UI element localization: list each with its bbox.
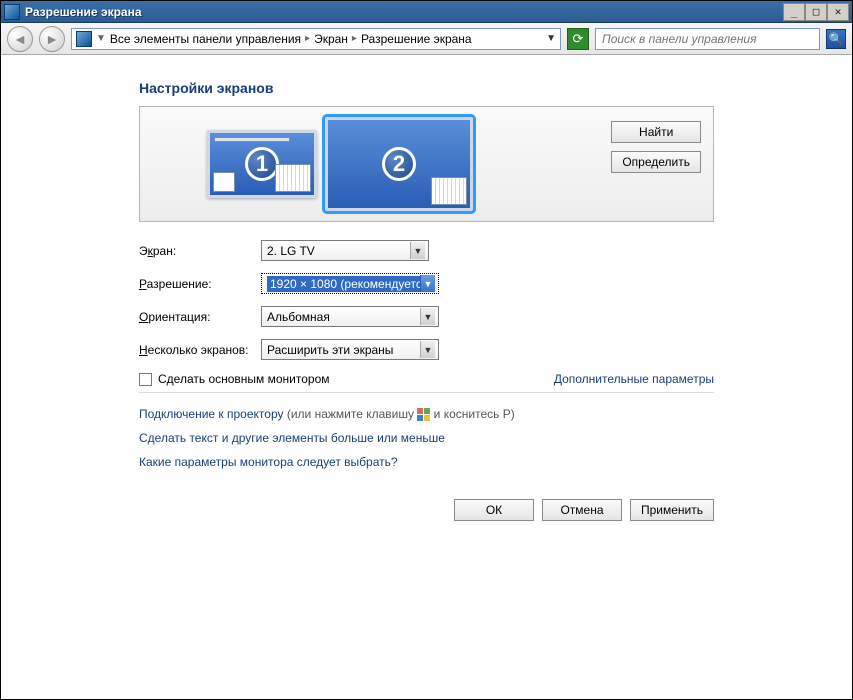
refresh-button[interactable]: ⟳	[567, 28, 589, 50]
breadcrumb-seg[interactable]: Все элементы панели управления	[110, 32, 301, 46]
navigation-toolbar: ◄ ► ▼ Все элементы панели управления ▸ Э…	[1, 23, 852, 55]
breadcrumb-dropdown-icon[interactable]: ▼	[546, 33, 556, 44]
apply-button[interactable]: Применить	[630, 499, 714, 521]
dropdown-orientation[interactable]: Альбомная ▼	[261, 306, 439, 327]
projector-hint-before: (или нажмите клавишу	[284, 407, 418, 421]
row-multiple-displays: Несколько экранов: Расширить эти экраны …	[139, 339, 714, 360]
primary-monitor-checkbox[interactable]	[139, 373, 152, 386]
dropdown-arrow-icon: ▼	[420, 308, 435, 325]
window-graphic	[213, 172, 235, 192]
displays-preview: 1 2 Найти Определить	[139, 106, 714, 222]
dropdown-resolution[interactable]: 1920 × 1080 (рекомендуется) ▼	[261, 273, 439, 294]
textsize-link[interactable]: Сделать текст и другие элементы больше и…	[139, 431, 714, 445]
dropdown-value: Альбомная	[267, 310, 420, 324]
projector-link[interactable]: Подключение к проектору	[139, 407, 284, 421]
dropdown-multiple-displays[interactable]: Расширить эти экраны ▼	[261, 339, 439, 360]
dropdown-display[interactable]: 2. LG TV ▼	[261, 240, 429, 261]
identify-button[interactable]: Определить	[611, 151, 701, 173]
primary-monitor-checkbox-row: Сделать основным монитором	[139, 372, 330, 386]
dialog-buttons: ОК Отмена Применить	[139, 499, 714, 521]
advanced-settings-link[interactable]: Дополнительные параметры	[554, 372, 714, 386]
chevron-right-icon: ▸	[352, 33, 357, 44]
dropdown-value: Расширить эти экраны	[267, 343, 420, 357]
dropdown-value: 2. LG TV	[267, 244, 410, 258]
window-graphic	[275, 164, 311, 192]
back-button[interactable]: ◄	[7, 26, 33, 52]
monitor-number: 1	[245, 147, 279, 181]
ok-button[interactable]: ОК	[454, 499, 534, 521]
window-titlebar: Разрешение экрана _ □ ✕	[1, 1, 852, 23]
maximize-button[interactable]: □	[805, 3, 827, 21]
row-resolution: Разрешение: 1920 × 1080 (рекомендуется) …	[139, 273, 714, 294]
page-heading: Настройки экранов	[139, 80, 714, 96]
app-icon	[4, 4, 20, 20]
taskbar-graphic	[214, 137, 290, 142]
monitor-1[interactable]: 1	[207, 130, 317, 198]
label-orientation: Ориентация:	[139, 310, 261, 324]
projector-hint-after: и коснитесь P)	[430, 407, 514, 421]
primary-monitor-label: Сделать основным монитором	[158, 372, 330, 386]
windows-logo-icon	[417, 408, 430, 421]
search-input[interactable]	[600, 31, 817, 47]
label-display: Экран:	[139, 244, 261, 258]
preview-buttons: Найти Определить	[611, 121, 701, 173]
minimize-button[interactable]: _	[783, 3, 805, 21]
label-resolution: Разрешение:	[139, 277, 261, 291]
monitors-group: 1 2	[207, 117, 473, 211]
chevron-down-icon: ▼	[96, 33, 106, 44]
monitor-2[interactable]: 2	[325, 117, 473, 211]
window-title: Разрешение экрана	[25, 5, 783, 19]
location-icon	[76, 31, 92, 47]
breadcrumb-seg[interactable]: Экран	[314, 32, 348, 46]
breadcrumb-seg[interactable]: Разрешение экрана	[361, 32, 472, 46]
close-button[interactable]: ✕	[827, 3, 849, 21]
row-display: Экран: 2. LG TV ▼	[139, 240, 714, 261]
dropdown-value: 1920 × 1080 (рекомендуется)	[267, 276, 420, 292]
dropdown-arrow-icon: ▼	[420, 341, 435, 358]
content-area: Настройки экранов 1 2 Найти Определить	[1, 55, 852, 521]
chevron-right-icon: ▸	[305, 33, 310, 44]
breadcrumb[interactable]: ▼ Все элементы панели управления ▸ Экран…	[71, 28, 561, 50]
whichmonitor-link[interactable]: Какие параметры монитора следует выбрать…	[139, 455, 714, 469]
dropdown-arrow-icon: ▼	[420, 275, 435, 292]
row-orientation: Ориентация: Альбомная ▼	[139, 306, 714, 327]
find-button[interactable]: Найти	[611, 121, 701, 143]
window-graphic	[431, 177, 467, 205]
forward-button[interactable]: ►	[39, 26, 65, 52]
primary-and-advanced-row: Сделать основным монитором Дополнительны…	[139, 372, 714, 393]
monitor-number: 2	[382, 147, 416, 181]
dropdown-arrow-icon: ▼	[410, 242, 425, 259]
settings-panel: Настройки экранов 1 2 Найти Определить	[139, 80, 714, 521]
search-button[interactable]: 🔍	[826, 29, 846, 49]
cancel-button[interactable]: Отмена	[542, 499, 622, 521]
projector-link-row: Подключение к проектору (или нажмите кла…	[139, 407, 714, 421]
label-multiple-displays: Несколько экранов:	[139, 343, 261, 357]
window-controls: _ □ ✕	[783, 3, 849, 21]
search-box[interactable]	[595, 28, 820, 50]
